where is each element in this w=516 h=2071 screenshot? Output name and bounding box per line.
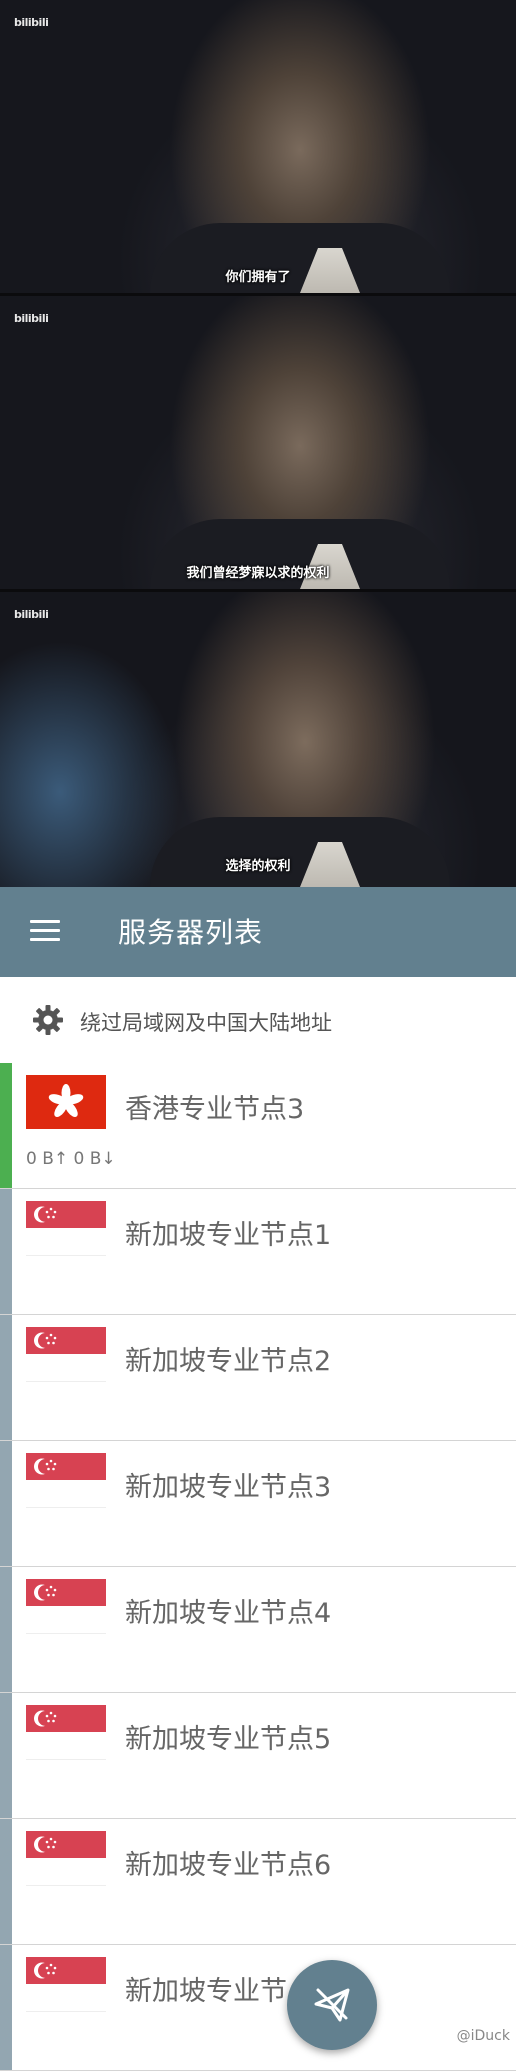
server-item[interactable]: 新加坡专业节点3 [0, 1441, 516, 1567]
inactive-indicator [0, 1693, 12, 1818]
app-bar: 服务器列表 [0, 887, 516, 977]
singapore-flag-icon [26, 1705, 106, 1760]
server-name: 新加坡专业节点2 [125, 1346, 332, 1377]
server-name: 新加坡专业节点6 [125, 1850, 332, 1881]
gear-icon [33, 1005, 63, 1035]
singapore-flag-icon [26, 1453, 106, 1508]
server-item[interactable]: 新加坡专业节点2 [0, 1315, 516, 1441]
server-list: 香港专业节点3 0 B↑ 0 B↓ 新加坡专业节点1 新加坡专业节点2 新加坡专… [0, 1063, 516, 2071]
bilibili-watermark: bilibili [14, 608, 49, 621]
singapore-flag-icon [26, 1579, 106, 1634]
subtitle: 你们拥有了 [225, 270, 291, 285]
subtitle: 选择的权利 [225, 859, 291, 874]
inactive-indicator [0, 1945, 12, 2070]
hong-kong-flag-icon [26, 1075, 106, 1129]
bypass-lan-label: 绕过局域网及中国大陆地址 [80, 1011, 332, 1035]
bilibili-watermark: bilibili [14, 312, 49, 325]
server-item[interactable]: 新加坡专业节点7 [0, 1945, 516, 2071]
server-name: 香港专业节点3 [125, 1094, 305, 1125]
singapore-flag-icon [26, 1201, 106, 1256]
server-name: 新加坡专业节点1 [125, 1220, 332, 1251]
inactive-indicator [0, 1441, 12, 1566]
inactive-indicator [0, 1315, 12, 1440]
inactive-indicator [0, 1189, 12, 1314]
server-item[interactable]: 新加坡专业节点5 [0, 1693, 516, 1819]
singapore-flag-icon [26, 1831, 106, 1886]
server-item[interactable]: 香港专业节点3 0 B↑ 0 B↓ [0, 1063, 516, 1189]
server-item[interactable]: 新加坡专业节点6 [0, 1819, 516, 1945]
page-title: 服务器列表 [118, 916, 264, 949]
inactive-indicator [0, 1567, 12, 1692]
traffic-stats: 0 B↑ 0 B↓ [26, 1149, 116, 1169]
singapore-flag-icon [26, 1327, 106, 1382]
connect-toggle-button[interactable] [287, 1960, 377, 2050]
weibo-watermark: @iDuck [456, 2028, 510, 2044]
paper-plane-off-icon [314, 1988, 350, 2022]
server-name: 新加坡专业节点5 [125, 1724, 332, 1755]
inactive-indicator [0, 1819, 12, 1944]
singapore-flag-icon [26, 1957, 106, 2012]
server-name: 新加坡专业节点4 [125, 1598, 332, 1629]
hamburger-menu-icon[interactable] [30, 920, 60, 942]
server-item[interactable]: 新加坡专业节点4 [0, 1567, 516, 1693]
server-name: 新加坡专业节点3 [125, 1472, 332, 1503]
video-frame-1: bilibili 你们拥有了 [0, 0, 516, 296]
subtitle: 我们曾经梦寐以求的权利 [186, 566, 330, 581]
active-indicator [0, 1063, 12, 1188]
bypass-lan-setting[interactable]: 绕过局域网及中国大陆地址 [0, 977, 516, 1064]
server-item[interactable]: 新加坡专业节点1 [0, 1189, 516, 1315]
video-frame-2: bilibili 我们曾经梦寐以求的权利 [0, 296, 516, 592]
video-frame-3: bilibili 选择的权利 [0, 592, 516, 890]
bilibili-watermark: bilibili [14, 16, 49, 29]
speaker-silhouette [150, 817, 450, 887]
